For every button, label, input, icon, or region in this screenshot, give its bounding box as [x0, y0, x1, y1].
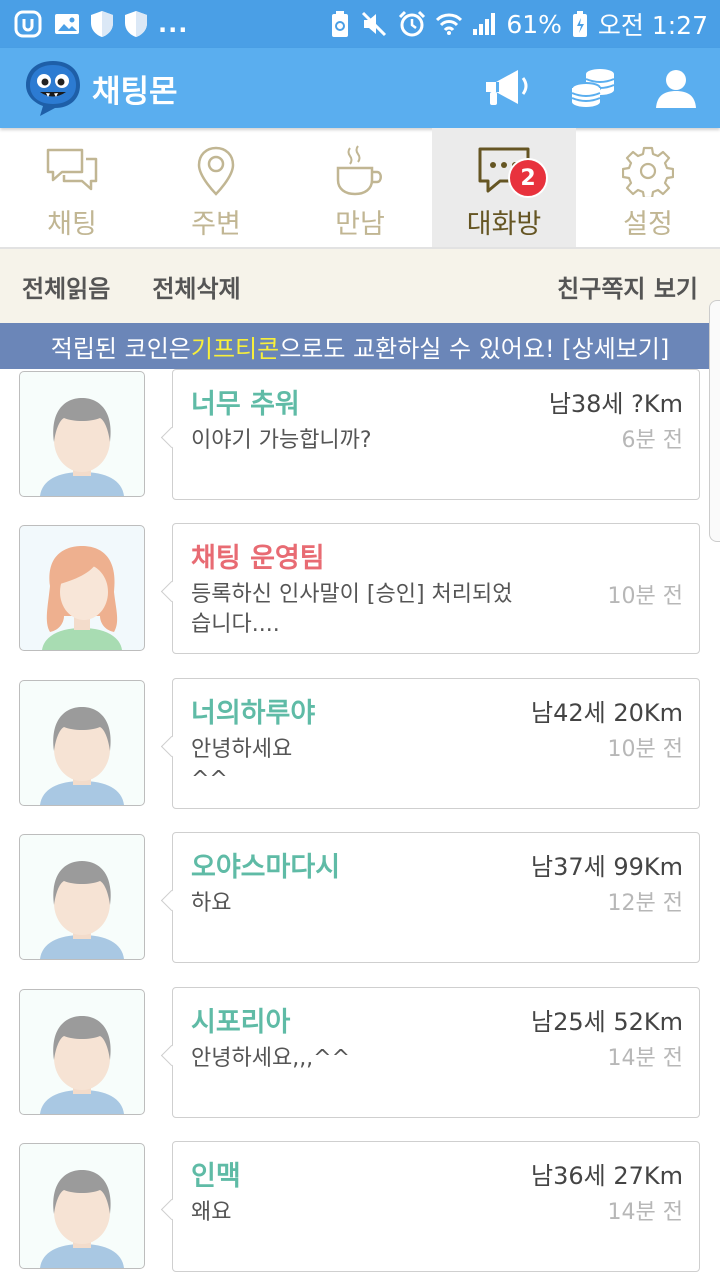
conversation-item[interactable]: 너무 추워 남38세 ?Km 이야기 가능합니까? 6분 전: [0, 369, 720, 500]
wifi-icon: [436, 12, 463, 36]
male-avatar-icon: [40, 1170, 124, 1268]
sender-name: 채팅 운영팀: [191, 543, 325, 574]
banner-highlight: 기프티콘: [190, 334, 280, 363]
tab-label: 만남: [335, 209, 385, 240]
message-time: 6분 전: [621, 428, 683, 453]
message-bubble[interactable]: 너의하루야 남42세 20Km 안녕하세요 ^^ 10분 전: [172, 678, 700, 809]
signal-icon: [472, 12, 496, 36]
app-title: 채팅몬: [92, 73, 178, 110]
message-time: 10분 전: [607, 737, 683, 762]
message-bubble[interactable]: 시포리아 남25세 52Km 안녕하세요,,,^^ 14분 전: [172, 987, 700, 1118]
profile-icon[interactable]: [654, 66, 698, 110]
delete-all-button[interactable]: 전체삭제: [152, 269, 240, 304]
message-preview: 안녕하세요 ^^: [191, 737, 293, 792]
alarm-icon: [398, 10, 426, 38]
sender-name: 너무 추워: [191, 389, 300, 420]
coins-icon[interactable]: [568, 66, 618, 110]
tab-label: 채팅: [47, 209, 97, 240]
battery-charging-icon: [572, 10, 588, 38]
tab-bar: 채팅 주변 만남 2 대화방 설정: [0, 128, 720, 249]
shield-icon: [90, 10, 114, 38]
tab-chat[interactable]: 채팅: [0, 128, 144, 247]
conversation-item[interactable]: 오야스마다시 남37세 99Km 하요 12분 전: [0, 832, 720, 963]
coin-exchange-banner[interactable]: 적립된 코인은 기프티콘 으로도 교환하실 수 있어요! [상세보기]: [0, 323, 720, 369]
mute-icon: [360, 10, 388, 38]
conversation-item[interactable]: 너의하루야 남42세 20Km 안녕하세요 ^^ 10분 전: [0, 678, 720, 809]
sender-meta: 남38세 ?Km: [548, 390, 683, 418]
sender-meta: 남25세 52Km: [531, 1008, 683, 1036]
clock: 오전 1:27: [597, 11, 708, 40]
tab-label: 주변: [191, 209, 241, 240]
message-time: 14분 전: [607, 1200, 683, 1225]
sender-name: 오야스마다시: [191, 852, 341, 883]
battery-percent: 61%: [506, 9, 562, 39]
sender-name: 인맥: [191, 1161, 241, 1192]
read-all-button[interactable]: 전체읽음: [22, 269, 110, 304]
male-avatar-icon: [40, 707, 124, 805]
sender-meta: 남37세 99Km: [531, 853, 683, 881]
sender-name: 너의하루야: [191, 698, 316, 729]
message-preview: 이야기 가능합니까?: [191, 428, 372, 453]
male-avatar-icon: [40, 861, 124, 959]
app-bar: 채팅몬: [0, 48, 720, 128]
tab-label: 설정: [623, 209, 673, 240]
message-time: 12분 전: [607, 891, 683, 916]
banner-text-prefix: 적립된 코인은: [50, 334, 191, 363]
tab-label: 대화방: [466, 209, 542, 240]
chat-bubbles-icon: [46, 148, 98, 191]
shield-icon: [124, 10, 148, 38]
action-row: 전체읽음 전체삭제 친구쪽지 보기: [0, 249, 720, 323]
tab-chat-room[interactable]: 2 대화방: [432, 128, 576, 247]
tab-meeting[interactable]: 만남: [288, 128, 432, 247]
message-preview: 왜요: [191, 1200, 232, 1225]
side-panel-handle[interactable]: [709, 300, 720, 542]
sender-name: 시포리아: [191, 1007, 291, 1038]
avatar[interactable]: [19, 680, 145, 806]
message-preview: 안녕하세요,,,^^: [191, 1046, 351, 1071]
coffee-cup-icon: [336, 145, 382, 196]
message-time: 10분 전: [607, 584, 683, 609]
male-avatar-icon: [40, 398, 124, 496]
message-bubble[interactable]: 채팅 운영팀 등록하신 인사말이 [승인] 처리되었습니다.... 10분 전: [172, 523, 700, 654]
unread-badge: 2: [508, 158, 548, 198]
avatar[interactable]: [19, 834, 145, 960]
avatar[interactable]: [19, 525, 145, 651]
avatar[interactable]: [19, 371, 145, 497]
view-friend-notes-button[interactable]: 친구쪽지 보기: [557, 269, 698, 304]
message-bubble[interactable]: 너무 추워 남38세 ?Km 이야기 가능합니까? 6분 전: [172, 369, 700, 500]
location-pin-icon: [197, 146, 235, 196]
message-preview: 하요: [191, 891, 232, 916]
conversation-item[interactable]: 시포리아 남25세 52Km 안녕하세요,,,^^ 14분 전: [0, 987, 720, 1118]
app-notification-icon: [14, 10, 44, 38]
female-avatar-icon: [42, 546, 122, 650]
conversation-item[interactable]: 인맥 남36세 27Km 왜요 14분 전: [0, 1141, 720, 1272]
male-avatar-icon: [40, 1016, 124, 1114]
megaphone-icon[interactable]: [482, 66, 532, 110]
monster-logo-icon: [26, 61, 80, 116]
avatar[interactable]: [19, 989, 145, 1115]
message-bubble[interactable]: 오야스마다시 남37세 99Km 하요 12분 전: [172, 832, 700, 963]
banner-text-suffix: 으로도 교환하실 수 있어요! [상세보기]: [279, 334, 670, 363]
tab-nearby[interactable]: 주변: [144, 128, 288, 247]
sender-meta: 남36세 27Km: [531, 1162, 683, 1190]
image-icon: [54, 12, 80, 36]
recycle-battery-icon: [330, 10, 350, 38]
message-bubble[interactable]: 인맥 남36세 27Km 왜요 14분 전: [172, 1141, 700, 1272]
message-time: 14분 전: [607, 1046, 683, 1071]
conversation-item[interactable]: 채팅 운영팀 등록하신 인사말이 [승인] 처리되었습니다.... 10분 전: [0, 523, 720, 654]
sender-meta: 남42세 20Km: [531, 699, 683, 727]
gear-icon: [622, 146, 674, 197]
status-bar: ... 61% 오전 1:27: [0, 0, 720, 48]
more-notifications: ...: [158, 10, 189, 38]
avatar[interactable]: [19, 1143, 145, 1269]
message-preview: 등록하신 인사말이 [승인] 처리되었습니다....: [191, 582, 513, 637]
tab-settings[interactable]: 설정: [576, 128, 720, 247]
